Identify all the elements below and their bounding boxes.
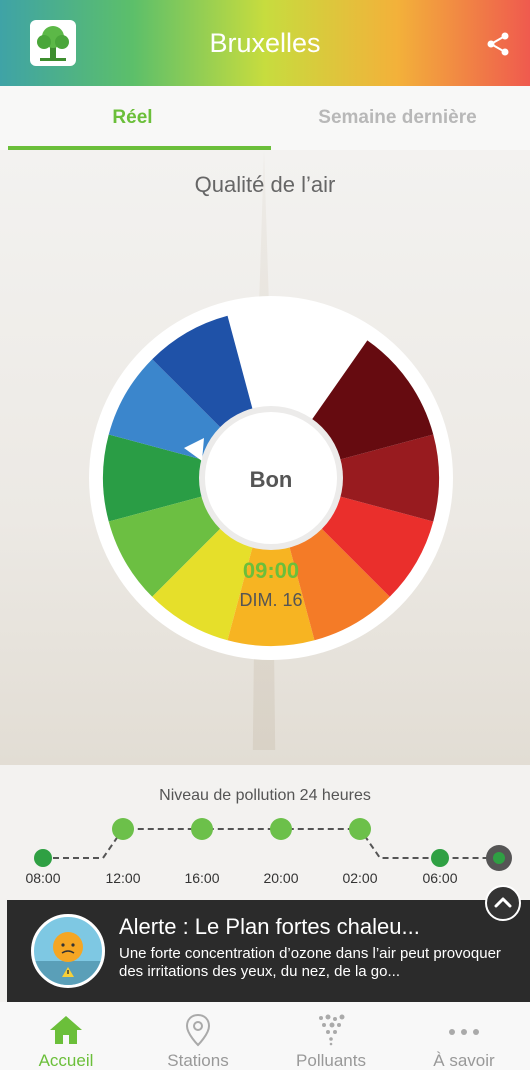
tab-semaine-derniere[interactable]: Semaine dernière: [265, 86, 530, 150]
alert-title: Alerte : Le Plan fortes chaleu...: [119, 914, 420, 939]
air-quality-panel: Qualité de l’air Bon 09:00 DIM. 16: [0, 150, 530, 765]
nav-label: Polluants: [296, 1051, 366, 1070]
timeline-label: 16:00: [184, 870, 220, 886]
nav-label: Accueil: [38, 1051, 94, 1070]
nav-label: Stations: [167, 1051, 229, 1070]
timeline-point[interactable]: [34, 849, 52, 867]
timeline-point[interactable]: [191, 818, 213, 840]
more-dots-icon: [446, 1012, 482, 1048]
particles-icon: [313, 1012, 349, 1048]
timeline-point[interactable]: [112, 818, 134, 840]
timeline-label: 02:00: [342, 870, 378, 886]
nav-polluants[interactable]: Polluants: [265, 1002, 397, 1070]
page-title: Bruxelles: [209, 28, 321, 58]
air-quality-level: Bon: [250, 467, 293, 492]
location-pin-icon: [180, 1012, 216, 1048]
tab-bar: Réel Semaine dernière: [0, 86, 530, 150]
timeline-point[interactable]: [270, 818, 292, 840]
sun-alert-icon: [31, 914, 105, 988]
chevron-up-icon[interactable]: [485, 885, 521, 921]
air-quality-date: DIM. 16: [239, 590, 302, 610]
timeline-label: 08:00: [25, 870, 61, 886]
air-quality-time: 09:00: [243, 558, 299, 583]
timeline-point[interactable]: [431, 849, 449, 867]
app-header: Bruxelles: [0, 0, 530, 86]
timeline-label: 20:00: [263, 870, 299, 886]
tab-reel[interactable]: Réel: [0, 86, 265, 150]
timeline-label: 12:00: [105, 870, 141, 886]
share-icon[interactable]: [484, 30, 512, 58]
alert-text: Une forte concentration d’ozone dans l’a…: [119, 945, 501, 980]
nav-accueil[interactable]: Accueil: [0, 1002, 132, 1070]
bottom-navigation: Accueil Stations Polluants À savoir: [0, 1002, 530, 1070]
timeline-point[interactable]: [349, 818, 371, 840]
nav-label: À savoir: [433, 1051, 495, 1070]
pollution-24h-panel: Niveau de pollution 24 heures 08:00 12:0…: [0, 765, 530, 900]
timeline-current-point-dot: [493, 852, 505, 864]
home-icon: [48, 1012, 84, 1048]
timeline-label: 06:00: [422, 870, 458, 886]
nav-stations[interactable]: Stations: [132, 1002, 264, 1070]
air-quality-wheel: Bon 09:00 DIM. 16: [89, 296, 453, 660]
alert-banner[interactable]: Alerte : Le Plan fortes chaleu... Une fo…: [7, 900, 530, 1002]
air-quality-title: Qualité de l’air: [194, 172, 336, 197]
nav-a-savoir[interactable]: À savoir: [398, 1002, 530, 1070]
